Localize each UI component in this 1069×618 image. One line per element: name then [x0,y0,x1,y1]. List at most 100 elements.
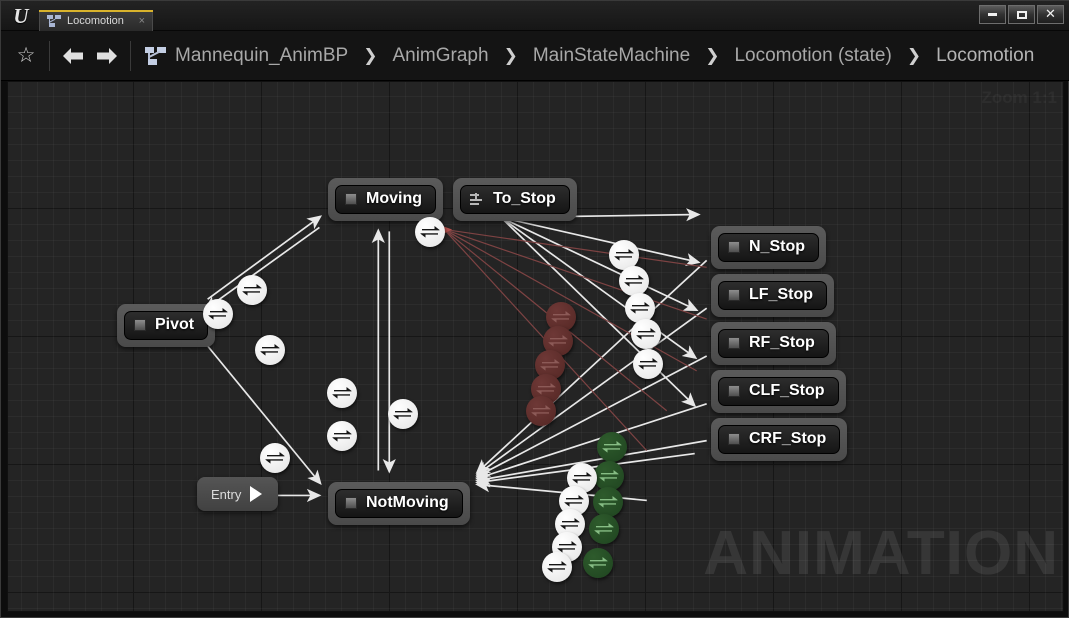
breadcrumb-separator-2: ❯ [705,45,720,66]
state-label-pivot: Pivot [155,316,195,333]
unreal-engine-logo: U [13,3,29,28]
title-bar: U Locomotion × ✕ [1,1,1069,31]
bidirectional-arrow-icon [572,472,592,484]
minimize-button[interactable] [979,5,1006,24]
bidirectional-arrow-icon [531,405,551,417]
bidirectional-arrow-icon [265,452,285,464]
minimize-icon [988,13,997,16]
breadcrumb-item-2[interactable]: MainStateMachine [529,45,694,67]
breadcrumb-item-1[interactable]: AnimGraph [388,45,492,67]
state-node-rf-stop[interactable]: RF_Stop [711,322,836,365]
toolbar-divider-2 [130,40,131,71]
blueprint-graph-icon [145,45,167,67]
play-triangle-icon [250,486,263,502]
tab-strip: Locomotion × [39,10,153,31]
transition-rule-icon[interactable] [589,514,619,544]
state-label-n-stop: N_Stop [749,238,805,255]
bidirectional-arrow-icon [599,470,619,482]
entry-node[interactable]: Entry [197,477,279,511]
transition-rule-icon[interactable] [327,421,357,451]
entry-label: Entry [211,486,242,502]
transition-rule-icon[interactable] [388,399,418,429]
bidirectional-arrow-icon [594,523,614,535]
forward-arrow-icon [97,47,117,64]
state-square-icon [345,497,357,509]
bidirectional-arrow-icon [614,249,634,261]
state-label-lf-stop: LF_Stop [749,286,813,303]
state-square-icon [345,193,357,205]
state-node-clf-stop[interactable]: CLF_Stop [711,370,846,413]
bidirectional-arrow-icon [564,495,584,507]
state-label-clf-stop: CLF_Stop [749,382,825,399]
bidirectional-arrow-icon [551,311,571,323]
bidirectional-arrow-icon [624,275,644,287]
bidirectional-arrow-icon [630,302,650,314]
bidirectional-arrow-icon [420,226,440,238]
transition-rule-icon[interactable] [203,299,233,329]
state-node-lf-stop[interactable]: LF_Stop [711,274,834,317]
state-node-to-stop[interactable]: To_Stop [453,178,577,221]
breadcrumb-toolbar: ☆ Mannequin_AnimBP ❯ AnimGraph ❯ MainSta… [1,31,1069,81]
bidirectional-arrow-icon [260,344,280,356]
bidirectional-arrow-icon [598,496,618,508]
maximize-icon [1016,10,1027,19]
forward-button[interactable] [90,39,124,73]
bidirectional-arrow-icon [638,358,658,370]
bookmark-button[interactable]: ☆ [9,39,43,73]
transition-rule-icon[interactable] [593,487,623,517]
bidirectional-arrow-icon [393,408,413,420]
bidirectional-arrow-icon [540,359,560,371]
window-controls: ✕ [979,5,1064,24]
toolbar-divider [49,40,50,71]
bidirectional-arrow-icon [536,383,556,395]
transition-rule-icon[interactable] [619,266,649,296]
state-square-icon [728,241,740,253]
transition-rule-icon[interactable] [237,275,267,305]
state-node-crf-stop[interactable]: CRF_Stop [711,418,848,461]
transition-rule-icon[interactable] [583,548,613,578]
star-icon: ☆ [16,43,36,67]
transition-rule-icon[interactable] [415,217,445,247]
transition-rule-icon[interactable] [633,349,663,379]
blueprint-graph-icon [47,14,61,28]
transition-rule-icon[interactable] [255,335,285,365]
breadcrumb-separator-0: ❯ [363,45,378,66]
breadcrumb-item-3[interactable]: Locomotion (state) [730,45,895,67]
bidirectional-arrow-icon [242,284,262,296]
state-square-icon [728,385,740,397]
bidirectional-arrow-icon [332,387,352,399]
back-button[interactable] [56,39,90,73]
unreal-editor-window: U Locomotion × ✕ ☆ Mannequin_AnimBP ❯ An… [0,0,1069,618]
state-machine-icon [470,192,484,206]
state-node-n-stop[interactable]: N_Stop [711,226,826,269]
state-machine-graph-canvas[interactable]: Zoom 1:1 [7,81,1064,612]
transition-rule-icon[interactable] [631,319,661,349]
state-square-icon [134,319,146,331]
breadcrumb-item-0[interactable]: Mannequin_AnimBP [171,45,352,67]
breadcrumb-item-4[interactable]: Locomotion [932,45,1038,67]
transition-rule-icon[interactable] [526,396,556,426]
maximize-button[interactable] [1008,5,1035,24]
state-node-notmoving[interactable]: NotMoving [328,482,470,525]
transition-rule-icon[interactable] [625,293,655,323]
state-node-moving[interactable]: Moving [328,178,443,221]
close-button[interactable]: ✕ [1037,5,1064,24]
transition-rule-icon[interactable] [542,552,572,582]
state-label-crf-stop: CRF_Stop [749,430,827,447]
bidirectional-arrow-icon [588,557,608,569]
state-node-pivot[interactable]: Pivot [117,304,216,347]
state-label-moving: Moving [366,190,422,207]
transition-rule-icon[interactable] [597,432,627,462]
bidirectional-arrow-icon [548,335,568,347]
breadcrumb-separator-3: ❯ [906,45,922,66]
tab-locomotion[interactable]: Locomotion × [39,10,153,31]
back-arrow-icon [63,47,83,64]
state-label-rf-stop: RF_Stop [749,334,815,351]
transition-rule-icon[interactable] [260,443,290,473]
transition-rule-icon[interactable] [327,378,357,408]
tab-close-icon[interactable]: × [136,15,148,27]
bidirectional-arrow-icon [208,308,228,320]
tab-label: Locomotion [67,15,124,27]
breadcrumb-separator-1: ❯ [503,45,518,66]
bidirectional-arrow-icon [547,561,567,573]
